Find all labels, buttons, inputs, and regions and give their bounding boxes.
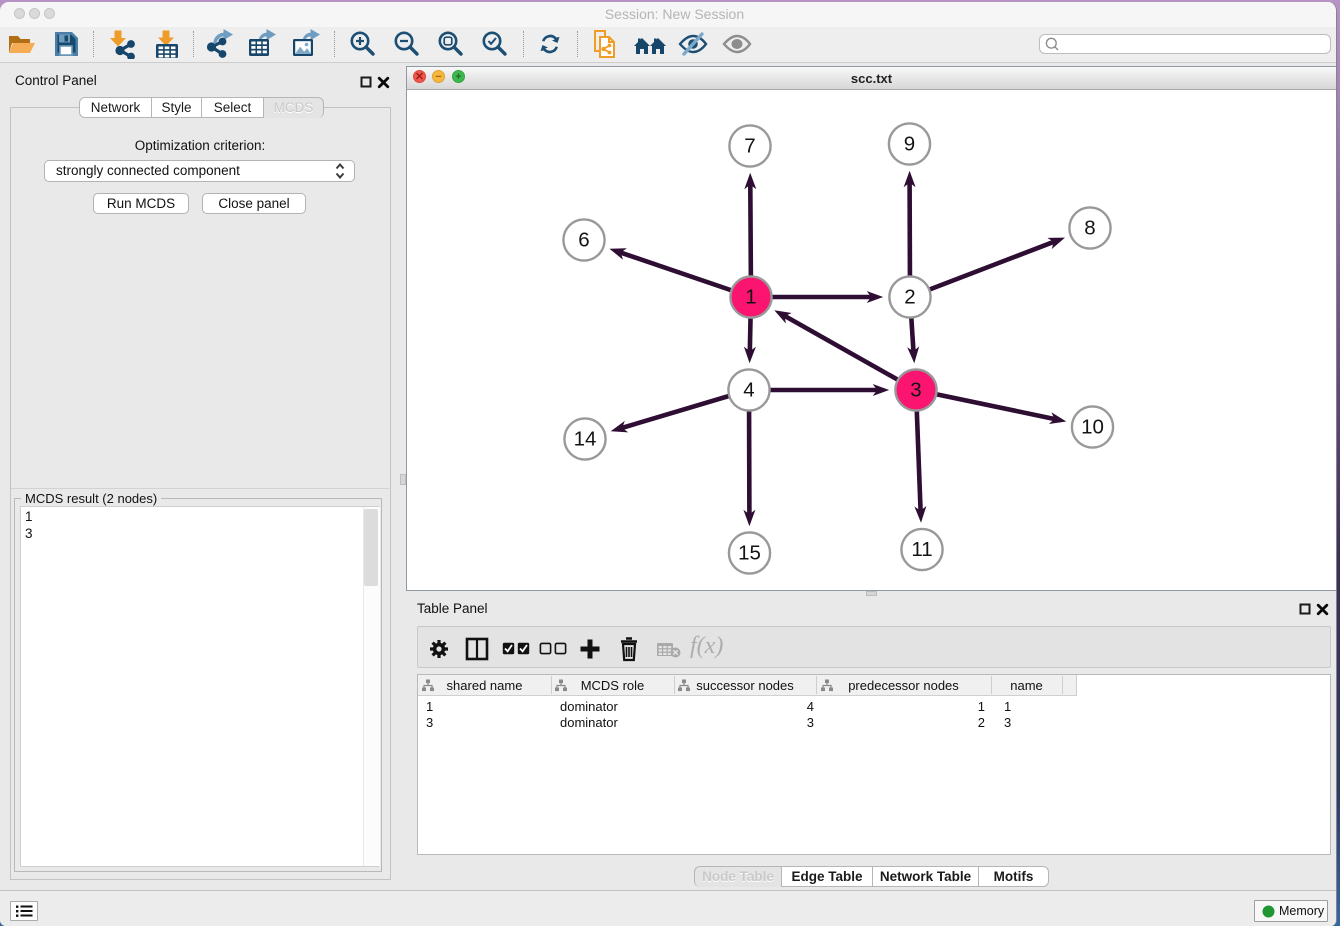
svg-text:1: 1	[745, 286, 756, 309]
svg-text:2: 2	[904, 286, 915, 309]
svg-text:6: 6	[578, 229, 589, 252]
svg-text:9: 9	[904, 133, 915, 156]
svg-text:10: 10	[1081, 416, 1104, 439]
svg-text:15: 15	[738, 542, 761, 565]
svg-text:11: 11	[911, 538, 932, 561]
svg-text:7: 7	[744, 135, 755, 158]
svg-text:14: 14	[574, 428, 597, 451]
svg-text:8: 8	[1084, 217, 1095, 240]
svg-text:4: 4	[743, 379, 754, 402]
svg-text:3: 3	[910, 379, 921, 402]
